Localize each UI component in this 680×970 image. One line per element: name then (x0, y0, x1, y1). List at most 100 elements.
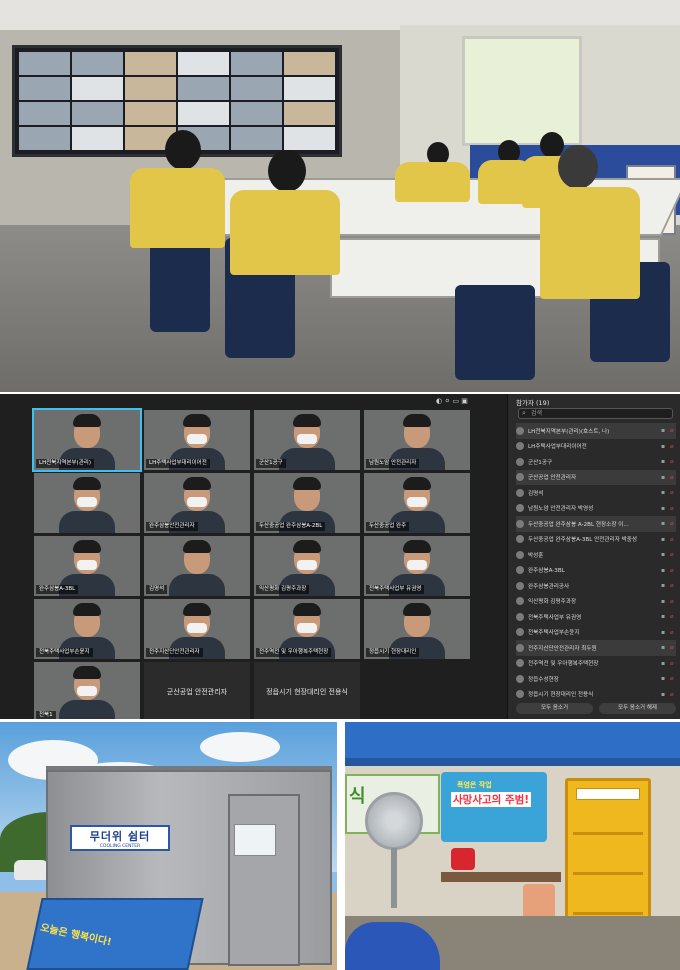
participant-list-item[interactable]: 군산공업 안전관리자 ▪ ⌀ (516, 469, 676, 485)
participant-video-tile[interactable]: 군산1공구 (254, 410, 360, 470)
participant-list-item[interactable]: 두산중공업 완주삼봉A-3BL 안전관리자 박중성 ▪ ⌀ (516, 532, 676, 548)
face-mask (187, 497, 207, 507)
participant-video-tile[interactable]: 두산중공업 완주 (364, 473, 470, 533)
face-mask (297, 560, 317, 570)
camera-icon[interactable]: ▪ (661, 691, 667, 698)
participant-list-item[interactable]: 군산1공구 ▪ ⌀ (516, 454, 676, 470)
participant-video-tile[interactable]: 정읍시기 현장대리인 (364, 599, 470, 659)
mic-muted-icon[interactable]: ⌀ (670, 505, 676, 512)
camera-icon[interactable]: ▪ (661, 474, 667, 481)
participant-video-tile[interactable]: 김명석 (144, 536, 250, 596)
camera-icon[interactable]: ▪ (661, 675, 667, 682)
participant-video-tile[interactable]: 전북1 (34, 662, 140, 719)
camera-icon[interactable]: ▪ (661, 613, 667, 620)
participant-list-name: 전주지산단안전관리자 최두원 (528, 645, 597, 652)
participant-list-item[interactable]: 전주지산단안전관리자 최두원 ▪ ⌀ (516, 640, 676, 656)
mic-muted-icon[interactable]: ⌀ (670, 443, 676, 450)
participant-hair (183, 414, 211, 427)
camera-icon[interactable]: ▪ (661, 458, 667, 465)
participant-list-item[interactable]: 익산평화 김평주과장 ▪ ⌀ (516, 594, 676, 610)
cabinet-shelf (573, 912, 643, 915)
mic-muted-icon[interactable]: ⌀ (670, 536, 676, 543)
participant-list-item[interactable]: LH전북지역본부(관리)(호스트, 나) ▪ ⌀ (516, 423, 676, 439)
participant-list-item[interactable]: 전북주택사업부 유권영 ▪ ⌀ (516, 609, 676, 625)
participant-hair (73, 666, 101, 679)
participant-video-tile[interactable] (34, 473, 140, 533)
participant-list-item[interactable]: 두산중공업 완주삼봉 A-2BL 현장소장 이... ▪ ⌀ (516, 516, 676, 532)
mic-muted-icon[interactable]: ⌀ (670, 675, 676, 682)
participant-hair (293, 540, 321, 553)
participant-video-tile[interactable]: 전주지산단안전관리자 (144, 599, 250, 659)
mic-muted-icon[interactable]: ⌀ (670, 691, 676, 698)
mic-muted-icon[interactable]: ⌀ (670, 427, 676, 434)
view-controls-icon[interactable]: ◐ ⚪ ▭ ▣ (436, 397, 468, 405)
participant-list-item[interactable]: 전북주택사업부손윤지 ▪ ⌀ (516, 625, 676, 641)
participant-hair (183, 477, 211, 490)
camera-icon[interactable]: ▪ (661, 598, 667, 605)
participant-video-tile[interactable]: 남원노암 안전관리자 (364, 410, 470, 470)
camera-icon[interactable]: ▪ (661, 660, 667, 667)
participant-nameplate: 김명석 (146, 585, 168, 594)
camera-icon[interactable]: ▪ (661, 551, 667, 558)
camera-icon[interactable]: ▪ (661, 536, 667, 543)
participant-nameplate: 완주삼봉안전관리자 (146, 522, 198, 531)
camera-icon[interactable]: ▪ (661, 582, 667, 589)
mic-muted-icon[interactable]: ⌀ (670, 582, 676, 589)
participant-video-tile[interactable]: 전북주택사업부 유권영 (364, 536, 470, 596)
avatar (516, 442, 524, 451)
camera-icon[interactable]: ▪ (661, 644, 667, 651)
participant-list-item[interactable]: 정읍수성현장 ▪ ⌀ (516, 671, 676, 687)
participant-video-tile[interactable]: 두산중공업 완주삼봉A-2BL (254, 473, 360, 533)
face-mask (77, 497, 97, 507)
participant-list-item[interactable]: 완주삼봉A-3BL ▪ ⌀ (516, 563, 676, 579)
participant-list-item[interactable]: 정읍시기 현장대리인 전용식 ▪ ⌀ (516, 687, 676, 703)
mic-muted-icon[interactable]: ⌀ (670, 644, 676, 651)
camera-icon[interactable]: ▪ (661, 427, 667, 434)
camera-icon[interactable]: ▪ (661, 489, 667, 496)
shelter-sign-subtitle: COOLING CENTER (99, 843, 141, 849)
camera-icon[interactable]: ▪ (661, 520, 667, 527)
mic-muted-icon[interactable]: ⌀ (670, 567, 676, 574)
camera-icon[interactable]: ▪ (661, 505, 667, 512)
mic-muted-icon[interactable]: ⌀ (670, 613, 676, 620)
participant-list-item[interactable]: 김명석 ▪ ⌀ (516, 485, 676, 501)
participant-list-item[interactable]: 전주역전 및 우아행복주택현장 ▪ ⌀ (516, 656, 676, 672)
cooling-shelter-photo: 무더위 쉼터 COOLING CENTER 오늘은 행복이다! (0, 722, 337, 970)
mute-all-button[interactable]: 모두 음소거 (516, 703, 593, 714)
participant-list-item[interactable]: 박성훈 ▪ ⌀ (516, 547, 676, 563)
avatar (516, 504, 524, 513)
participants-panel: 참가자 (19) ⌕ 검색 LH전북지역본부(관리)(호스트, 나) ▪ ⌀ LH주택… (507, 394, 680, 719)
participant-nameplate: 두산중공업 완주 (366, 522, 410, 531)
camera-icon[interactable]: ▪ (661, 567, 667, 574)
participant-video-tile[interactable]: 익산평화 김평주과장 (254, 536, 360, 596)
participant-video-tile[interactable]: 완주삼봉A-3BL (34, 536, 140, 596)
mic-muted-icon[interactable]: ⌀ (670, 660, 676, 667)
participant-video-tile[interactable]: 전주역전 및 우아행복주택현장 (254, 599, 360, 659)
participant-list-item[interactable]: 완주삼봉관리공사 ▪ ⌀ (516, 578, 676, 594)
participant-search-input[interactable]: ⌕ 검색 (518, 408, 673, 419)
mic-muted-icon[interactable]: ⌀ (670, 629, 676, 636)
mic-muted-icon[interactable]: ⌀ (670, 598, 676, 605)
participant-list-item[interactable]: LH주택사업부대리이어전 ▪ ⌀ (516, 439, 676, 455)
unmute-all-button[interactable]: 모두 음소거 해제 (599, 703, 676, 714)
mic-muted-icon[interactable]: ⌀ (670, 474, 676, 481)
participant-video-tile[interactable]: 완주삼봉안전관리자 (144, 473, 250, 533)
mic-muted-icon[interactable]: ⌀ (670, 520, 676, 527)
participant-video-tile[interactable]: 정읍시기 현장대리인 전용식 (254, 662, 360, 719)
participant-video-tile[interactable]: 군산공업 안전관리자 (144, 662, 250, 719)
mic-muted-icon[interactable]: ⌀ (670, 489, 676, 496)
mic-muted-icon[interactable]: ⌀ (670, 551, 676, 558)
participant-nameplate: 전북주택사업부 유권영 (366, 585, 425, 594)
participant-video-tile[interactable]: LH주택사업부대리이어전 (144, 410, 250, 470)
camera-icon[interactable]: ▪ (661, 443, 667, 450)
participant-video-tile[interactable]: 전북주택사업부손윤지 (34, 599, 140, 659)
camera-icon[interactable]: ▪ (661, 629, 667, 636)
participant-hair (183, 603, 211, 616)
video-conference-screen: ◐ ⚪ ▭ ▣ LH전북지역본부(관리) LH주택사업부대리이어전 군산1공구 남원노… (0, 394, 680, 719)
face-mask (187, 434, 207, 444)
avatar (516, 535, 524, 544)
tent-canopy (345, 722, 680, 762)
participant-video-tile[interactable]: LH전북지역본부(관리) (32, 408, 142, 472)
mic-muted-icon[interactable]: ⌀ (670, 458, 676, 465)
participant-list-item[interactable]: 남원노암 안전관리자 박영성 ▪ ⌀ (516, 501, 676, 517)
